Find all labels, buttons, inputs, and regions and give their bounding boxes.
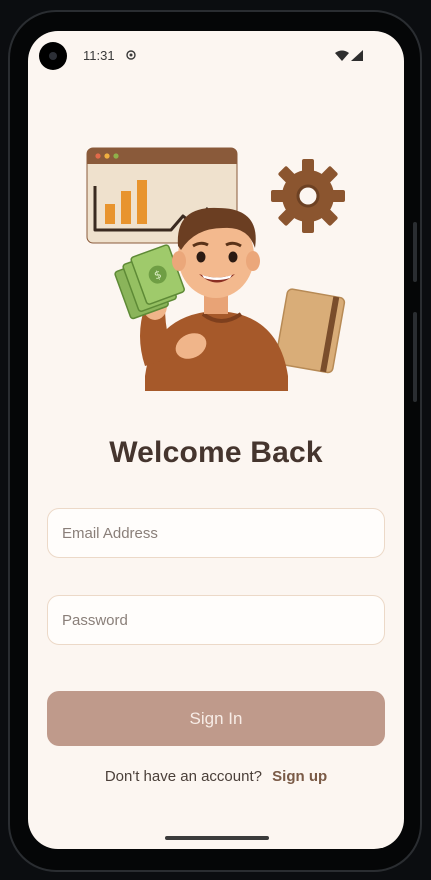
gear-icon [271, 159, 345, 233]
signup-prompt: Don't have an account? [104, 768, 262, 785]
sign-up-link[interactable]: Sign up [272, 768, 327, 785]
notebook-icon [274, 288, 346, 374]
email-field[interactable] [47, 508, 385, 558]
status-bar: 11:31 [28, 31, 404, 81]
password-field[interactable] [47, 595, 385, 645]
page-title: Welcome Back [109, 436, 323, 469]
signal-icon [351, 50, 363, 61]
sign-in-button[interactable]: Sign In [47, 691, 385, 746]
wifi-icon [335, 50, 349, 61]
signup-row: Don't have an account? Sign up [28, 768, 404, 785]
app-screen: 11:31 $ Welcome Back Email Address Sign … [28, 31, 404, 849]
finance-character-illustration: $ [86, 147, 346, 391]
status-time: 11:31 [83, 48, 115, 63]
notification-icon [126, 50, 136, 60]
camera-icon [39, 42, 67, 70]
home-indicator[interactable] [165, 836, 269, 840]
volume-button [413, 312, 417, 402]
power-button [413, 222, 417, 282]
